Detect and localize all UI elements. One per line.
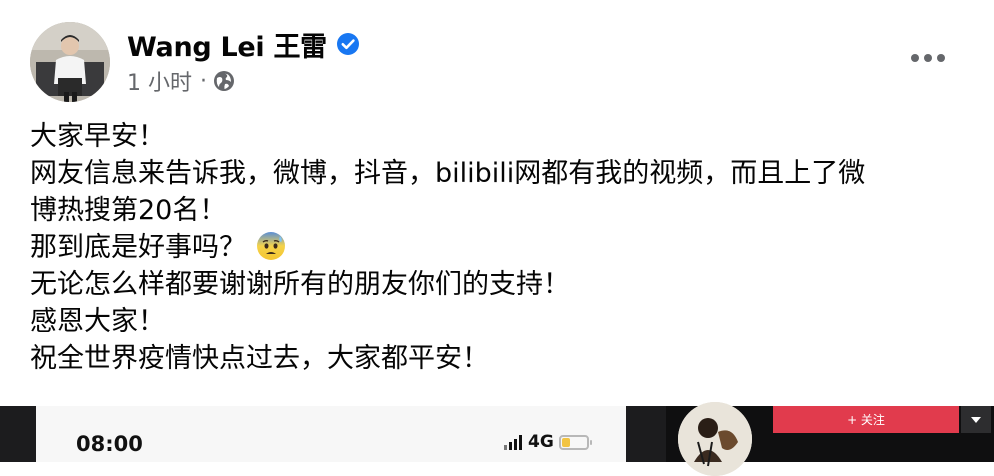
follow-button[interactable]: + 关注 xyxy=(773,406,959,433)
globe-icon[interactable] xyxy=(213,70,235,92)
verified-badge-icon xyxy=(336,32,360,56)
follow-dropdown-button[interactable] xyxy=(961,406,991,433)
post-card: Wang Lei 王雷 1 小时 · 大家早安！ 网友信息来告诉我，微博，抖音，… xyxy=(0,0,994,476)
post-meta: 1 小时 · xyxy=(127,66,235,96)
battery-icon xyxy=(558,434,592,450)
media-image-left[interactable]: 08:00 4G xyxy=(36,406,626,462)
post-text: 大家早安！ 网友信息来告诉我，微博，抖音，bilibili网都有我的视频，而且上… xyxy=(30,118,970,377)
caret-down-icon xyxy=(971,416,981,423)
more-options-button[interactable] xyxy=(905,38,951,78)
battery-level xyxy=(561,437,570,447)
post-line: 博热搜第20名！ xyxy=(30,195,227,226)
post-timestamp[interactable]: 1 小时 xyxy=(127,65,192,97)
network-type: 4G xyxy=(528,432,554,452)
post-line: 感恩大家！ xyxy=(30,306,165,337)
media-image-right[interactable]: + 关注 xyxy=(666,402,994,476)
author-avatar[interactable] xyxy=(30,22,110,102)
post-line: 无论怎么样都要谢谢所有的朋友你们的支持！ xyxy=(30,269,570,300)
post-line-with-emoji: 那到底是好事吗？ xyxy=(30,229,970,266)
post-line: 祝全世界疫情快点过去，大家都平安！ xyxy=(30,343,489,374)
signal-bars-icon xyxy=(504,434,522,450)
anxious-face-with-sweat-icon xyxy=(256,231,286,261)
post-media-strip: 08:00 4G + 关注 xyxy=(0,402,994,476)
post-line: 网友信息来告诉我，微博，抖音，bilibili网都有我的视频，而且上了微 xyxy=(30,158,866,189)
post-line: 大家早安！ xyxy=(30,121,165,152)
post-line: 那到底是好事吗？ xyxy=(30,232,246,263)
phone-status-icons: 4G xyxy=(504,430,592,454)
meta-separator: · xyxy=(200,68,207,94)
author-header: Wang Lei 王雷 xyxy=(127,24,360,64)
author-name[interactable]: Wang Lei 王雷 xyxy=(127,25,327,64)
phone-status-time: 08:00 xyxy=(76,432,143,456)
profile-thumbnail xyxy=(678,402,752,476)
more-options-icon xyxy=(911,54,945,62)
